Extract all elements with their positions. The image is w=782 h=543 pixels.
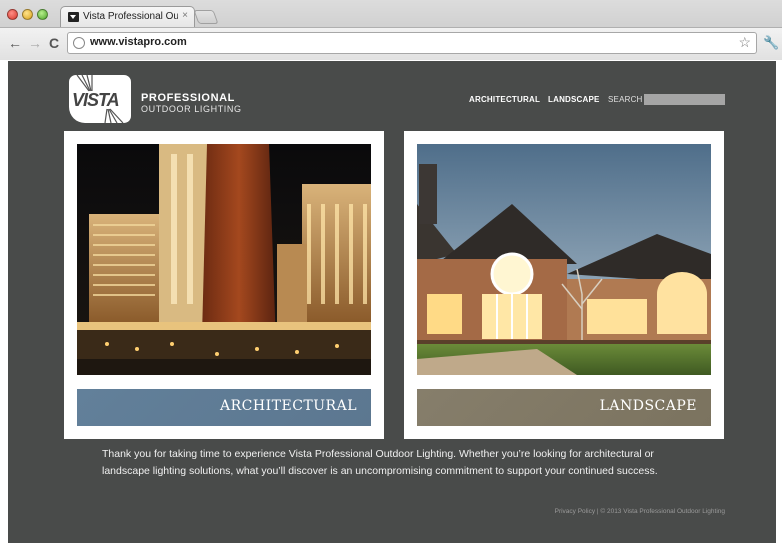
browser-toolbar: ← → C www.vistapro.com ☆ 🔧: [0, 27, 782, 60]
tab-close-icon[interactable]: ×: [182, 10, 188, 21]
minimize-window-button[interactable]: [22, 9, 33, 20]
venetian-tower-photo: [77, 144, 371, 375]
architectural-label[interactable]: ARCHITECTURAL: [220, 398, 357, 414]
brand-title: PROFESSIONAL: [141, 92, 235, 104]
new-tab-button[interactable]: [193, 10, 219, 24]
house-lawn-photo: [417, 144, 711, 375]
brand-subtitle: OUTDOOR LIGHTING: [141, 104, 242, 114]
page-info-icon[interactable]: [73, 37, 85, 49]
landscape-panel[interactable]: LANDSCAPE: [404, 131, 724, 439]
browser-chrome: Vista Professional Outdoor L × ← → C www…: [0, 0, 782, 60]
intro-paragraph: Thank you for taking time to experience …: [102, 448, 658, 477]
nav-architectural-link[interactable]: ARCHITECTURAL: [469, 95, 540, 104]
back-arrow-icon[interactable]: ←: [8, 34, 22, 52]
vista-logo[interactable]: VISTA: [69, 75, 131, 123]
landscape-label-bar[interactable]: LANDSCAPE: [417, 389, 711, 426]
url-text[interactable]: www.vistapro.com: [90, 36, 187, 48]
architectural-label-bar[interactable]: ARCHITECTURAL: [77, 389, 371, 426]
reload-icon[interactable]: C: [49, 34, 59, 52]
search-input[interactable]: [644, 94, 725, 105]
vista-favicon-icon: [68, 12, 79, 22]
zoom-window-button[interactable]: [37, 9, 48, 20]
bookmark-star-icon[interactable]: ☆: [738, 34, 751, 51]
search-label: SEARCH: [608, 95, 643, 104]
architectural-photo[interactable]: [77, 144, 371, 375]
browser-tab[interactable]: Vista Professional Outdoor L ×: [60, 6, 195, 27]
logo-text: VISTA: [72, 90, 120, 110]
footer-links[interactable]: Privacy Policy | © 2013 Vista Profession…: [555, 508, 725, 515]
landscape-label[interactable]: LANDSCAPE: [600, 398, 697, 414]
nav-landscape-link[interactable]: LANDSCAPE: [548, 95, 600, 104]
wrench-menu-icon[interactable]: 🔧: [763, 35, 779, 51]
website-page: VISTA PROFESSIONAL OUTDOOR LIGHTING ARCH…: [8, 61, 776, 543]
tab-title: Vista Professional Outdoor L: [83, 11, 178, 22]
architectural-panel[interactable]: ARCHITECTURAL: [64, 131, 384, 439]
landscape-photo[interactable]: [417, 144, 711, 375]
address-bar[interactable]: www.vistapro.com ☆: [67, 32, 757, 54]
forward-arrow-icon[interactable]: →: [28, 34, 42, 52]
close-window-button[interactable]: [7, 9, 18, 20]
